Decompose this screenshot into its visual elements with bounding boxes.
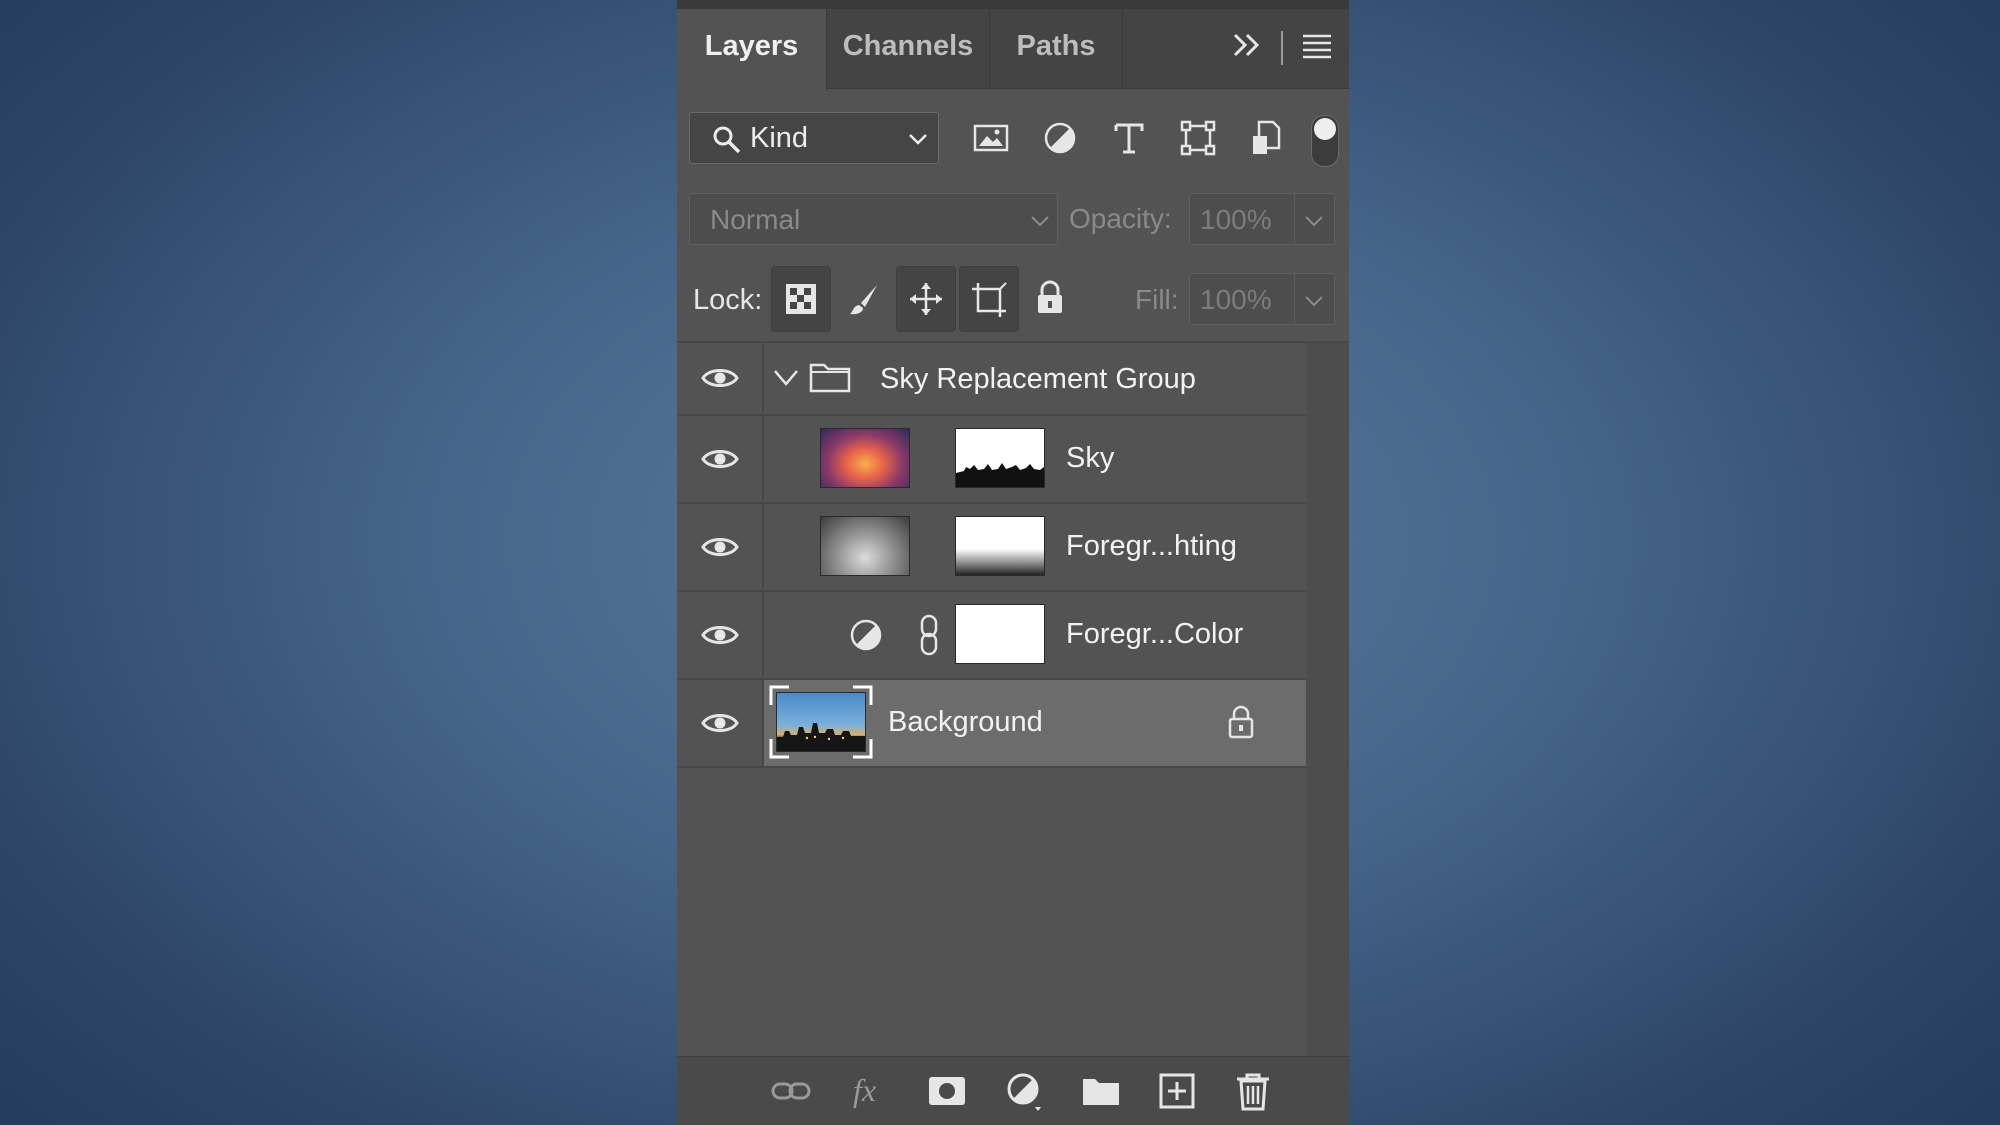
lock-position-icon (908, 281, 944, 322)
layer-row-foreground-color[interactable]: Foregr...Color (677, 592, 1306, 680)
fill-field[interactable]: 100% (1189, 273, 1335, 325)
shape-layer-filter-icon[interactable] (1178, 118, 1218, 158)
layer-row-background[interactable]: Background (677, 680, 1306, 768)
adjustment-layer-icon[interactable] (849, 618, 883, 657)
folder-icon (809, 361, 851, 398)
add-mask-icon[interactable] (927, 1071, 967, 1111)
lock-transparent-pixels-button[interactable] (771, 266, 831, 332)
lock-label: Lock: (693, 284, 763, 316)
sky-layer-mask-thumbnail[interactable] (955, 428, 1045, 488)
chevron-down-icon (908, 129, 928, 154)
layer-name: Background (888, 706, 1043, 738)
fill-label: Fill: (1135, 284, 1179, 315)
opacity-label: Opacity: (1069, 203, 1172, 234)
visibility-cell (677, 680, 764, 766)
lock-image-pixels-icon (847, 282, 881, 321)
layer-row-foreground-lighting[interactable]: Foregr...hting (677, 504, 1306, 592)
new-layer-icon[interactable] (1157, 1071, 1197, 1111)
layer-name: Foregr...Color (1066, 618, 1244, 650)
lock-position-button[interactable] (896, 266, 956, 332)
chevron-down-icon[interactable] (1304, 211, 1324, 236)
lock-image-pixels-button[interactable] (834, 266, 892, 330)
eye-icon[interactable] (701, 710, 739, 741)
tab-layers[interactable]: Layers (677, 9, 827, 90)
chevron-down-icon[interactable] (773, 367, 799, 394)
blend-mode-dropdown[interactable]: Normal (689, 193, 1058, 245)
layers-action-bar: fx (677, 1056, 1349, 1125)
fill-value: 100% (1200, 284, 1272, 315)
blend-mode-label: Normal (710, 204, 801, 235)
smart-object-filter-icon[interactable] (1247, 118, 1287, 158)
fx-icon[interactable]: fx (851, 1071, 891, 1111)
filter-toggle-switch[interactable] (1311, 115, 1339, 167)
panel-top-strip (677, 0, 1349, 9)
layer-name: Foregr...hting (1066, 530, 1237, 562)
foreground-lighting-mask-thumbnail[interactable] (955, 516, 1045, 576)
visibility-cell (677, 592, 764, 678)
layer-row-sky[interactable]: Sky (677, 416, 1306, 504)
adjustment-layer-filter-icon[interactable] (1040, 118, 1080, 158)
visibility-cell (677, 504, 764, 590)
search-icon (712, 125, 742, 160)
layers-panel: Layers Channels Paths Kind Normal Opacit… (677, 0, 1349, 1125)
panel-menu-icon[interactable] (1301, 31, 1333, 68)
fill-field-divider (1294, 274, 1295, 324)
lock-all-icon (1035, 280, 1065, 321)
foreground-color-mask-thumbnail[interactable] (955, 604, 1045, 664)
chevron-down-icon (1030, 211, 1050, 236)
foreground-lighting-thumbnail[interactable] (820, 516, 910, 576)
eye-icon[interactable] (701, 534, 739, 565)
chain-link-icon[interactable] (918, 614, 940, 661)
lock-transparent-pixels-icon (785, 283, 817, 320)
layer-row-sky-replacement-group[interactable]: Sky Replacement Group (677, 343, 1306, 416)
visibility-cell (677, 343, 764, 414)
layers-scroll-gutter[interactable] (1306, 343, 1349, 1057)
eye-icon[interactable] (701, 365, 739, 396)
opacity-field-divider (1294, 194, 1295, 244)
tab-bar: Layers Channels Paths (677, 9, 1349, 90)
tab-divider (1281, 31, 1283, 65)
type-layer-filter-icon[interactable] (1109, 118, 1149, 158)
layer-name: Sky Replacement Group (880, 363, 1196, 395)
sky-layer-thumbnail[interactable] (820, 428, 910, 488)
lock-artboard-icon (970, 281, 1008, 322)
lock-icon (1226, 704, 1256, 745)
pixel-layer-filter-icon[interactable] (971, 118, 1011, 158)
tab-paths[interactable]: Paths (990, 9, 1123, 89)
layer-name: Sky (1066, 442, 1115, 474)
kind-filter-dropdown[interactable]: Kind (689, 112, 939, 164)
delete-layer-icon[interactable] (1233, 1071, 1273, 1111)
opacity-value: 100% (1200, 204, 1272, 235)
svg-text:fx: fx (853, 1072, 876, 1108)
eye-icon[interactable] (701, 446, 739, 477)
tab-channels[interactable]: Channels (827, 9, 990, 89)
background-layer-thumbnail[interactable] (776, 692, 866, 752)
link-layers-icon[interactable] (771, 1071, 811, 1111)
eye-icon[interactable] (701, 622, 739, 653)
new-adjustment-icon[interactable] (1005, 1071, 1045, 1111)
kind-filter-label: Kind (750, 122, 809, 154)
lock-artboard-button[interactable] (959, 266, 1019, 332)
chevron-down-icon[interactable] (1304, 291, 1324, 316)
visibility-cell (677, 416, 764, 502)
toggle-knob (1314, 118, 1336, 140)
double-chevron-right-icon[interactable] (1231, 27, 1263, 68)
opacity-field[interactable]: 100% (1189, 193, 1335, 245)
lock-all-button[interactable] (1021, 266, 1079, 330)
new-group-icon[interactable] (1081, 1071, 1121, 1111)
